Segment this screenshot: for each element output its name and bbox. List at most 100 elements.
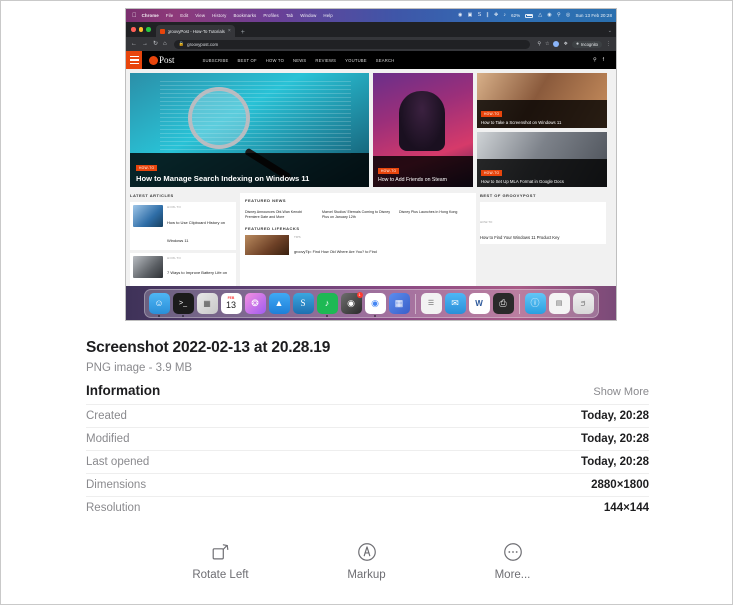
spotify-icon[interactable]: ♪ (317, 293, 338, 314)
facebook-icon[interactable]: f (603, 58, 604, 63)
more-button[interactable]: More... (469, 541, 557, 581)
new-tab-button[interactable]: + (241, 29, 245, 37)
controlcenter-icon[interactable]: ◉ (547, 13, 552, 18)
home-icon[interactable]: ⌂ (163, 41, 167, 47)
hero-mid-badge: HOW-TO (378, 168, 399, 174)
dropbox-icon[interactable]: ◉ (458, 13, 463, 18)
hero-article-mid[interactable]: HOW-TO How to Add Friends on Steam (373, 73, 473, 187)
featured-caption: Disney Announces Obi-Wan Kenobi Premiere… (245, 210, 317, 220)
nav-item-subscribe[interactable]: SUBSCRIBE (203, 58, 229, 63)
favicon-icon (160, 29, 165, 34)
maximize-window-button[interactable] (146, 27, 151, 32)
app-store-icon[interactable]: ▲ (269, 293, 290, 314)
menu-item-edit[interactable]: Edit (180, 13, 188, 18)
hero-right-title-1: How to Take a Screenshot on Windows 11 (481, 120, 603, 125)
menu-item-profiles[interactable]: Profiles (263, 13, 278, 18)
featured-news-card[interactable]: Disney Plus Launches in Hong Kong (399, 207, 471, 220)
bluetooth-icon[interactable]: ✥ (494, 13, 498, 18)
menu-item-help[interactable]: Help (323, 13, 332, 18)
article-thumbnail (133, 256, 163, 278)
nav-item-reviews[interactable]: REVIEWS (315, 58, 336, 63)
printer-icon[interactable]: ⎙ (493, 293, 514, 314)
hamburger-menu-icon[interactable] (126, 51, 142, 69)
affinity-icon[interactable]: ❂ (245, 293, 266, 314)
battery-percent: 62% (511, 13, 520, 18)
calendar-icon[interactable]: FEB 13 (221, 293, 242, 314)
word-icon[interactable]: W (469, 293, 490, 314)
battery-icon[interactable] (525, 14, 533, 18)
nav-item-news[interactable]: NEWS (293, 58, 306, 63)
featured-news-card[interactable]: Disney Announces Obi-Wan Kenobi Premiere… (245, 207, 317, 220)
hero-right-column: HOW-TO How to Take a Screenshot on Windo… (477, 73, 607, 187)
info-value: 2880×1800 (591, 479, 649, 491)
apple-menu-icon[interactable]:  (132, 13, 137, 19)
address-bar[interactable]: 🔒 groovypost.com (174, 40, 531, 49)
list-item[interactable]: HOW-TO How to Use Clipboard History on W… (130, 202, 236, 250)
menu-item-file[interactable]: File (166, 13, 173, 18)
best-of-card[interactable]: HOW-TO How to Find Your Windows 11 Produ… (480, 202, 606, 244)
bookmark-star-icon[interactable]: ☆ (545, 42, 549, 47)
wifi-icon[interactable]: △ (538, 13, 542, 18)
chrome-icon[interactable]: ◉ (365, 293, 386, 314)
finder-icon[interactable]: ☺ (149, 293, 170, 314)
forward-icon[interactable]: → (142, 41, 148, 47)
site-logo[interactable]: Post (149, 56, 175, 65)
chrome-toolbar: ← → ↻ ⌂ 🔒 groovypost.com ⚲ ☆ ❖ ● Incogni… (126, 37, 616, 51)
setapp-icon[interactable]: S (478, 13, 482, 18)
featured-news-card[interactable]: Marvel Studios' Eternals Coming to Disne… (322, 207, 394, 220)
list-item[interactable]: TIPS groovyTip: Find How Old Where Are Y… (245, 235, 471, 259)
menubar-clock[interactable]: Sun 13 Feb 20:28 (575, 13, 612, 18)
setapp-icon[interactable]: S (293, 293, 314, 314)
browser-tab[interactable]: groovyPost - How-To Tutorials × (156, 25, 235, 37)
stats-icon[interactable]: ∥ (486, 13, 489, 18)
menu-item-bookmarks[interactable]: Bookmarks (233, 13, 256, 18)
finder-window-icon[interactable]: ▤ (549, 293, 570, 314)
menu-item-view[interactable]: View (195, 13, 205, 18)
preview-icon[interactable]: ⓘ (525, 293, 546, 314)
dock-divider-2 (519, 294, 520, 314)
back-icon[interactable]: ← (131, 41, 137, 47)
mac-dock-area: ☺ >_ ▦ FEB 13 ❂ ▲ S ♪ ◉ 1 ◉ ▦ ☰ ✉ W ⎙ ⓘ … (126, 286, 616, 320)
hero-mid-title: How to Add Friends on Steam (378, 177, 468, 184)
extensions-puzzle-icon[interactable]: ❖ (563, 42, 567, 47)
hero-article-main[interactable]: HOW-TO How to Manage Search Indexing on … (130, 73, 369, 187)
menu-item-history[interactable]: History (212, 13, 226, 18)
incognito-indicator[interactable]: ● Incognito (572, 41, 602, 48)
hero-right-card-1[interactable]: HOW-TO How to Take a Screenshot on Windo… (477, 73, 607, 128)
reload-icon[interactable]: ↻ (153, 41, 158, 47)
launchpad-icon[interactable]: ▦ (197, 293, 218, 314)
site-search-icon[interactable]: ⚲ (593, 58, 597, 63)
nav-item-search[interactable]: SEARCH (376, 58, 395, 63)
news-icon[interactable]: ☰ (421, 293, 442, 314)
menu-item-tab[interactable]: Tab (286, 13, 293, 18)
site-header: Post SUBSCRIBE BEST OF HOW TO NEWS REVIE… (126, 51, 616, 69)
volume-icon[interactable]: ♪ (503, 13, 506, 18)
minimize-window-button[interactable] (139, 27, 144, 32)
menu-item-chrome[interactable]: Chrome (142, 13, 159, 18)
siri-icon[interactable]: ◎ (566, 13, 571, 18)
nav-item-how-to[interactable]: HOW TO (266, 58, 284, 63)
microsoft-icon[interactable]: ▦ (389, 293, 410, 314)
chrome-menu-icon[interactable]: ⋮ (606, 42, 611, 47)
terminal-icon[interactable]: >_ (173, 293, 194, 314)
info-key: Created (86, 410, 127, 422)
nav-item-youtube[interactable]: YOUTUBE (345, 58, 367, 63)
mail-icon[interactable]: ✉ (445, 293, 466, 314)
search-icon[interactable]: ⚲ (537, 42, 541, 47)
screenshot-preview-thumbnail[interactable]:  Chrome File Edit View History Bookmark… (126, 9, 616, 320)
spotlight-icon[interactable]: ⚲ (557, 13, 561, 18)
markup-button[interactable]: Markup (323, 541, 411, 581)
nav-item-best-of[interactable]: BEST OF (238, 58, 257, 63)
chevron-down-icon[interactable]: ⌄ (608, 28, 612, 34)
close-tab-icon[interactable]: × (228, 29, 231, 34)
menu-item-window[interactable]: Window (300, 13, 316, 18)
sonos-icon[interactable]: ◉ 1 (341, 293, 362, 314)
extension-icon[interactable] (553, 41, 559, 47)
screen-icon[interactable]: ▣ (468, 13, 473, 18)
close-window-button[interactable] (131, 27, 136, 32)
hero-right-badge-1: HOW-TO (481, 111, 502, 117)
show-more-link[interactable]: Show More (593, 386, 649, 398)
trash-icon[interactable]: ϧ (573, 293, 594, 314)
rotate-left-button[interactable]: Rotate Left (177, 541, 265, 581)
hero-right-card-2[interactable]: HOW-TO How to Set Up MLA Format in Googl… (477, 132, 607, 187)
